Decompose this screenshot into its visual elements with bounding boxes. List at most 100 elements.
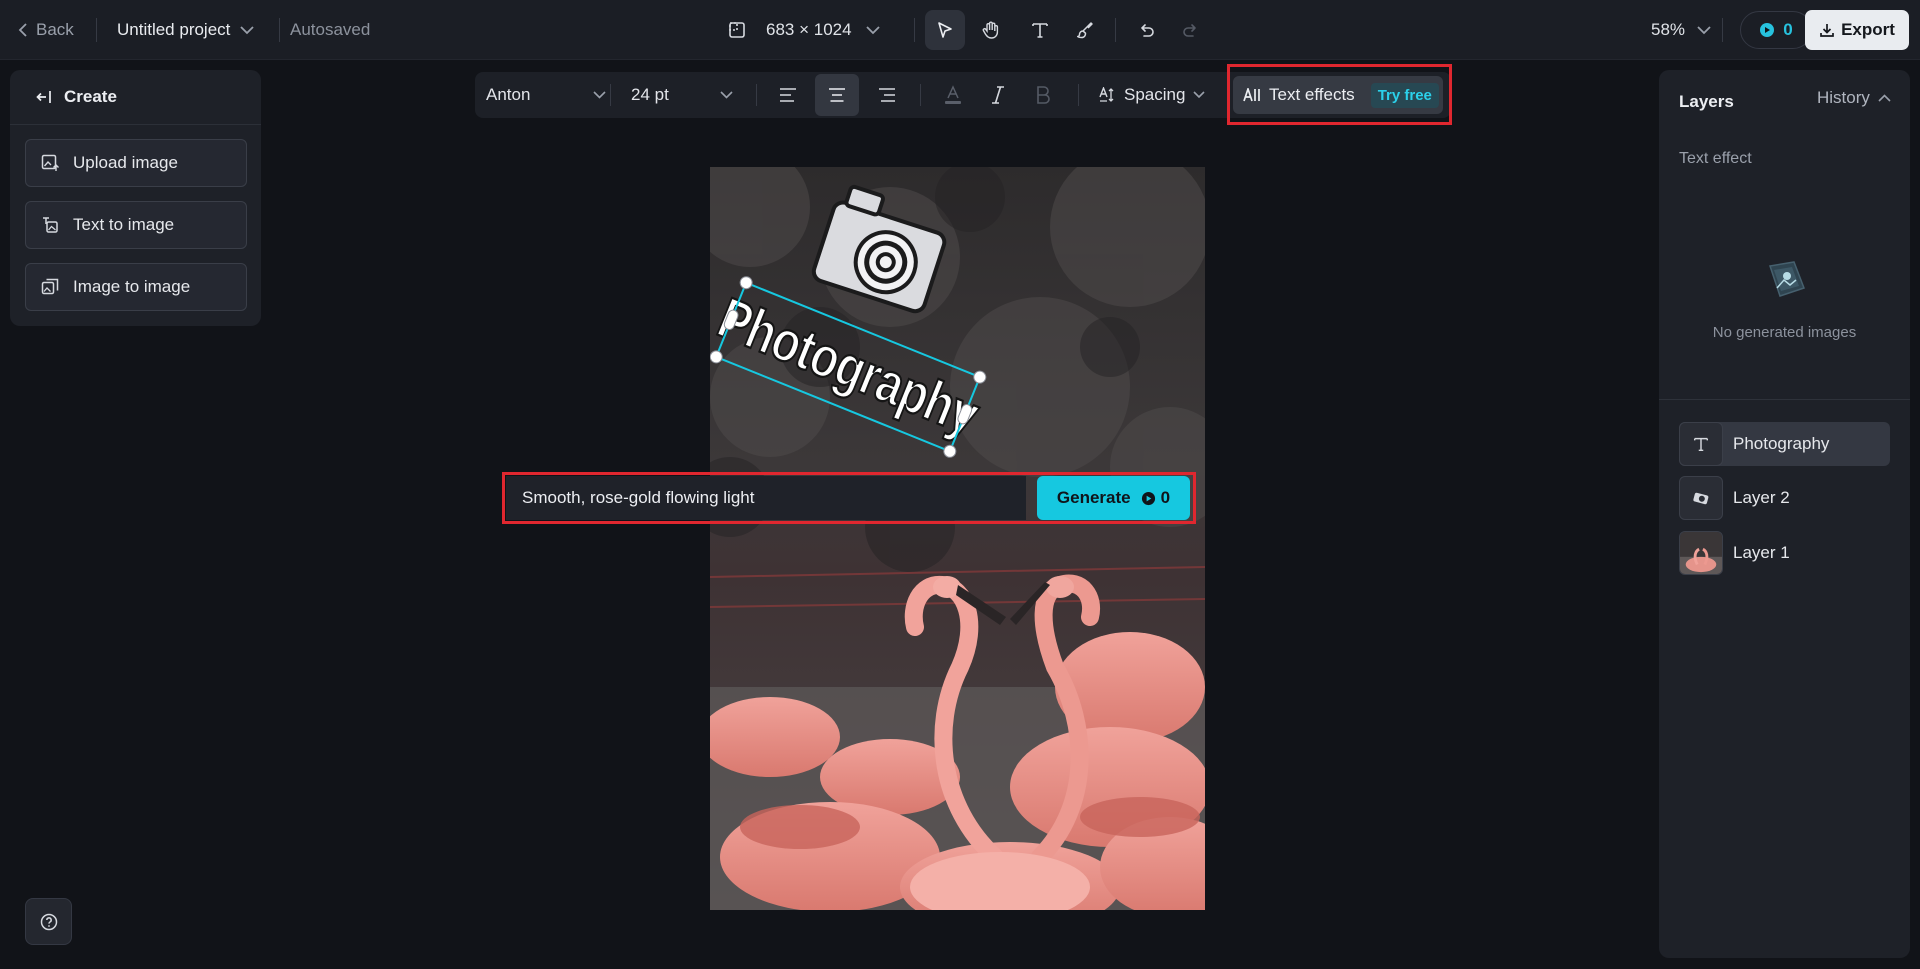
divider <box>610 84 611 106</box>
chevron-down-icon <box>720 91 733 99</box>
chevron-up-icon <box>1878 94 1891 102</box>
photography-text: Photography <box>710 286 988 448</box>
divider <box>1115 18 1116 42</box>
hand-icon <box>981 20 1001 40</box>
undo-button[interactable] <box>1126 10 1166 50</box>
divider <box>920 84 921 106</box>
image-to-image-icon <box>41 278 59 296</box>
divider <box>96 18 97 42</box>
generate-cost-value: 0 <box>1160 488 1171 507</box>
text-effect-section-title: Text effect <box>1679 150 1752 167</box>
layers-panel: Layers History Text effect No generated … <box>1659 70 1910 958</box>
zoom-dropdown[interactable]: 58% <box>1651 0 1711 60</box>
font-size-value: 24 pt <box>631 85 669 104</box>
create-panel-header[interactable]: Create <box>10 70 261 125</box>
camera-sticker <box>811 184 947 314</box>
layer-2[interactable]: Layer 2 <box>1679 476 1890 520</box>
generate-cost: 0 <box>1141 488 1170 508</box>
ai-text-icon <box>1243 88 1261 102</box>
image-to-image-label: Image to image <box>73 277 191 296</box>
text-icon <box>1692 435 1710 453</box>
credit-coin-icon <box>1759 22 1775 38</box>
layer-name: Layer 1 <box>1733 543 1790 562</box>
text-effects-button[interactable]: Text effects Try free <box>1233 76 1443 114</box>
chevron-left-icon <box>18 23 28 37</box>
canvas-size: 683 × 1024 <box>766 20 852 39</box>
top-bar: Back Untitled project Autosaved 683 × 10… <box>0 0 1920 60</box>
chevron-down-icon <box>865 25 880 35</box>
italic-button[interactable] <box>976 72 1020 118</box>
layer-photography[interactable]: Photography <box>1679 422 1890 466</box>
flamingo-thumbnail-image <box>1680 532 1722 574</box>
credits-count: 0 <box>1783 20 1793 39</box>
select-tool-button[interactable] <box>925 10 965 50</box>
generate-button[interactable]: Generate 0 <box>1037 476 1190 520</box>
layers-tab[interactable]: Layers <box>1679 92 1734 112</box>
empty-images-icon <box>1760 258 1810 304</box>
font-size-dropdown[interactable]: 24 pt <box>631 72 733 118</box>
credit-coin-icon <box>1141 491 1156 506</box>
project-name-dropdown[interactable]: Untitled project <box>117 0 255 60</box>
history-label: History <box>1817 88 1870 107</box>
history-tab[interactable]: History <box>1817 88 1891 108</box>
spacing-dropdown[interactable]: Spacing <box>1098 72 1206 118</box>
text-effects-label: Text effects <box>1269 85 1355 104</box>
text-effect-prompt-input[interactable] <box>506 476 1026 520</box>
text-icon <box>1030 20 1050 40</box>
back-button[interactable]: Back <box>18 0 74 60</box>
brush-tool-button[interactable] <box>1065 10 1105 50</box>
chevron-down-icon <box>1193 91 1206 99</box>
generate-label: Generate <box>1056 488 1131 507</box>
try-free-badge: Try free <box>1370 82 1439 108</box>
upload-image-button[interactable]: Upload image <box>25 139 247 187</box>
collapse-panel-icon <box>36 90 52 104</box>
create-panel-title: Create <box>64 87 117 106</box>
bold-icon <box>1036 86 1050 104</box>
align-center-button[interactable] <box>815 74 859 116</box>
divider <box>1722 18 1723 42</box>
divider <box>914 18 915 42</box>
layer-name: Layer 2 <box>1733 488 1790 507</box>
export-button[interactable]: Export <box>1805 10 1909 50</box>
layer-thumbnail <box>1679 422 1723 466</box>
project-name: Untitled project <box>117 20 231 39</box>
empty-images-message: No generated images <box>1712 324 1857 341</box>
photography-text-layer[interactable]: Photography <box>710 167 1205 910</box>
resize-icon <box>728 21 746 39</box>
text-to-image-button[interactable]: Text to image <box>25 201 247 249</box>
font-family-value: Anton <box>486 85 531 104</box>
image-to-image-button[interactable]: Image to image <box>25 263 247 311</box>
cursor-arrow-icon <box>935 20 955 40</box>
italic-icon <box>991 86 1005 104</box>
layer-name: Photography <box>1733 434 1830 453</box>
layer-thumbnail <box>1679 476 1723 520</box>
design-canvas[interactable]: Photography <box>710 167 1205 910</box>
hand-tool-button[interactable] <box>971 10 1011 50</box>
help-icon <box>40 913 58 931</box>
canvas-size-dropdown[interactable]: 683 × 1024 <box>728 0 880 60</box>
font-family-dropdown[interactable]: Anton <box>486 72 606 118</box>
align-right-button[interactable] <box>865 72 909 118</box>
credits-badge[interactable]: 0 <box>1740 11 1812 49</box>
divider <box>279 18 280 42</box>
autosave-status: Autosaved <box>290 20 371 39</box>
divider <box>1659 399 1910 400</box>
chevron-down-icon <box>240 25 255 35</box>
download-icon <box>1819 22 1835 38</box>
text-color-button[interactable] <box>931 72 975 118</box>
align-left-icon <box>779 88 797 102</box>
upload-image-label: Upload image <box>73 153 178 172</box>
bold-button[interactable] <box>1021 72 1065 118</box>
divider <box>1078 84 1079 106</box>
text-tool-button[interactable] <box>1020 10 1060 50</box>
brush-icon <box>1075 20 1095 40</box>
redo-button[interactable] <box>1171 10 1211 50</box>
help-button[interactable] <box>25 898 72 945</box>
spacing-icon <box>1098 87 1116 103</box>
text-color-icon <box>942 84 964 106</box>
divider <box>756 84 757 106</box>
redo-icon <box>1181 20 1201 40</box>
layer-1[interactable]: Layer 1 <box>1679 531 1890 575</box>
align-left-button[interactable] <box>766 72 810 118</box>
camera-icon <box>1692 491 1710 505</box>
